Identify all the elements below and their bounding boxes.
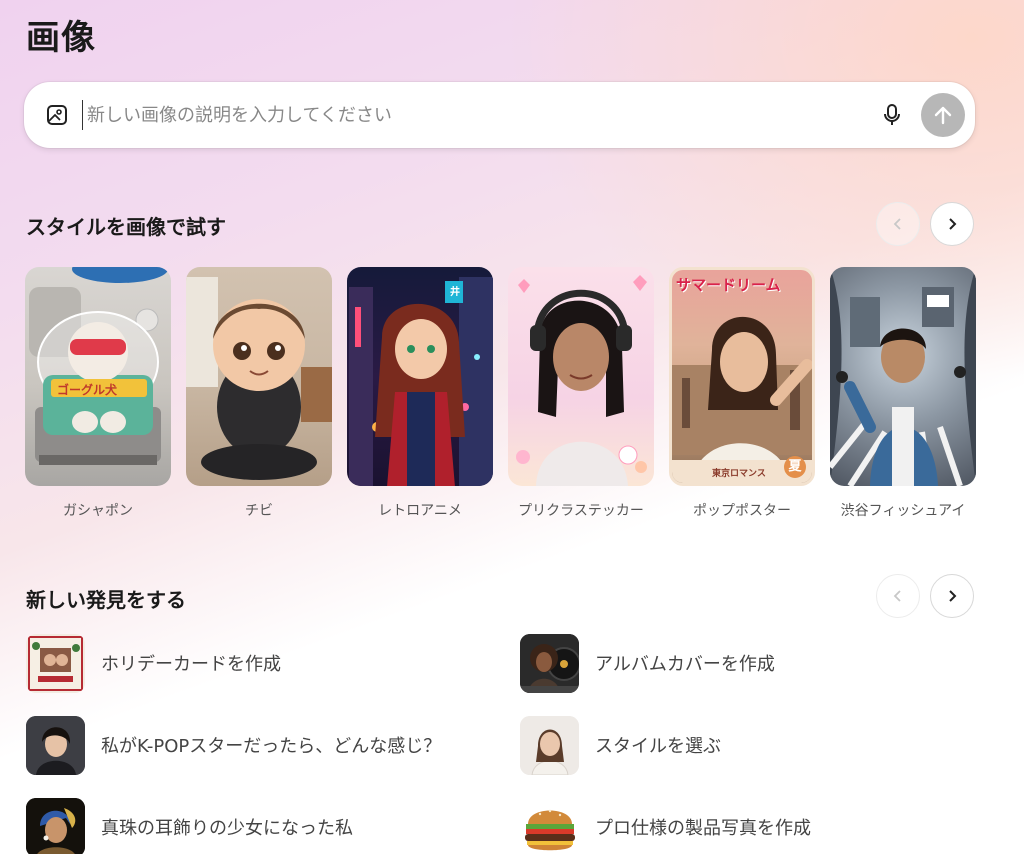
style-card-gashapon[interactable]: ゴーグル犬 ガシャポン [25, 267, 171, 520]
style-thumb-chibi [186, 267, 332, 486]
discover-item-pearl-earring[interactable]: 真珠の耳飾りの少女になった私 [26, 796, 353, 854]
image-upload-icon[interactable] [44, 102, 70, 128]
chevron-left-icon [893, 218, 901, 230]
style-card-pop-poster[interactable]: サマードリーム 東京ロマンス 夏 ポップポスター [669, 267, 815, 520]
style-card-retro-anime[interactable]: 井 レトロアニメ [347, 267, 493, 520]
discover-thumb-album-cover [520, 633, 579, 693]
arrow-up-icon [934, 106, 952, 125]
page-title: 画像 [26, 18, 96, 58]
style-card-shibuya-fisheye[interactable]: 渋谷フィッシュアイ [830, 267, 976, 520]
chevron-right-icon [949, 218, 957, 230]
discover-label-album-cover: アルバムカバーを作成 [595, 654, 775, 675]
discover-item-product-photo[interactable]: プロ仕様の製品写真を作成 [520, 796, 811, 854]
styles-section-title: スタイルを画像で試す [26, 215, 226, 239]
discover-thumb-product-photo [520, 797, 579, 854]
send-button[interactable] [921, 93, 965, 137]
style-label-shibuya-fisheye: 渋谷フィッシュアイ [840, 503, 966, 519]
discover-thumb-holiday-card [26, 633, 85, 693]
microphone-icon[interactable] [877, 100, 907, 130]
styles-carousel: ゴーグル犬 ガシャポン チビ 井 レトロアニメ プリクラステッカー サマードリー… [25, 267, 976, 520]
discover-thumb-choose-style [520, 715, 579, 775]
style-thumb-retro-anime: 井 [347, 267, 493, 486]
chevron-left-icon [893, 590, 901, 602]
styles-next-button[interactable] [930, 202, 974, 246]
style-thumb-pop-poster: サマードリーム 東京ロマンス 夏 [669, 267, 815, 486]
discover-label-pearl-earring: 真珠の耳飾りの少女になった私 [101, 818, 353, 839]
discover-label-choose-style: スタイルを選ぶ [595, 736, 721, 757]
style-label-purikura: プリクラステッカー [518, 503, 644, 519]
style-label-gashapon: ガシャポン [63, 503, 133, 519]
retro-anime-thumb-text: 井 [450, 287, 460, 298]
discover-item-choose-style[interactable]: スタイルを選ぶ [520, 714, 721, 776]
pop-poster-thumb-subtext: 東京ロマンス [712, 469, 766, 479]
discover-section-title: 新しい発見をする [26, 588, 186, 612]
discover-thumb-kpop-star [26, 715, 85, 775]
discover-item-album-cover[interactable]: アルバムカバーを作成 [520, 632, 775, 694]
style-thumb-gashapon: ゴーグル犬 [25, 267, 171, 486]
discover-prev-button[interactable] [876, 574, 920, 618]
style-label-chibi: チビ [245, 503, 273, 519]
style-thumb-shibuya-fisheye [830, 267, 976, 486]
discover-item-kpop-star[interactable]: 私がK-POPスターだったら、どんな感じ？ [26, 714, 441, 776]
discover-label-product-photo: プロ仕様の製品写真を作成 [595, 818, 811, 839]
discover-next-button[interactable] [930, 574, 974, 618]
pop-poster-thumb-badge: 夏 [784, 456, 806, 478]
chevron-right-icon [949, 590, 957, 602]
discover-label-holiday-card: ホリデーカードを作成 [101, 654, 281, 675]
prompt-bar [24, 82, 975, 148]
discover-item-holiday-card[interactable]: ホリデーカードを作成 [26, 632, 281, 694]
style-card-purikura[interactable]: プリクラステッカー [508, 267, 654, 520]
discover-label-kpop-star: 私がK-POPスターだったら、どんな感じ？ [101, 736, 442, 757]
prompt-input[interactable] [82, 100, 877, 130]
style-card-chibi[interactable]: チビ [186, 267, 332, 520]
style-label-retro-anime: レトロアニメ [378, 503, 462, 519]
styles-prev-button[interactable] [876, 202, 920, 246]
discover-thumb-pearl-earring [26, 797, 85, 854]
style-thumb-purikura [508, 267, 654, 486]
gashapon-thumb-text: ゴーグル犬 [57, 383, 118, 397]
style-label-pop-poster: ポップポスター [693, 503, 791, 519]
pop-poster-thumb-text: サマードリーム [676, 276, 781, 294]
